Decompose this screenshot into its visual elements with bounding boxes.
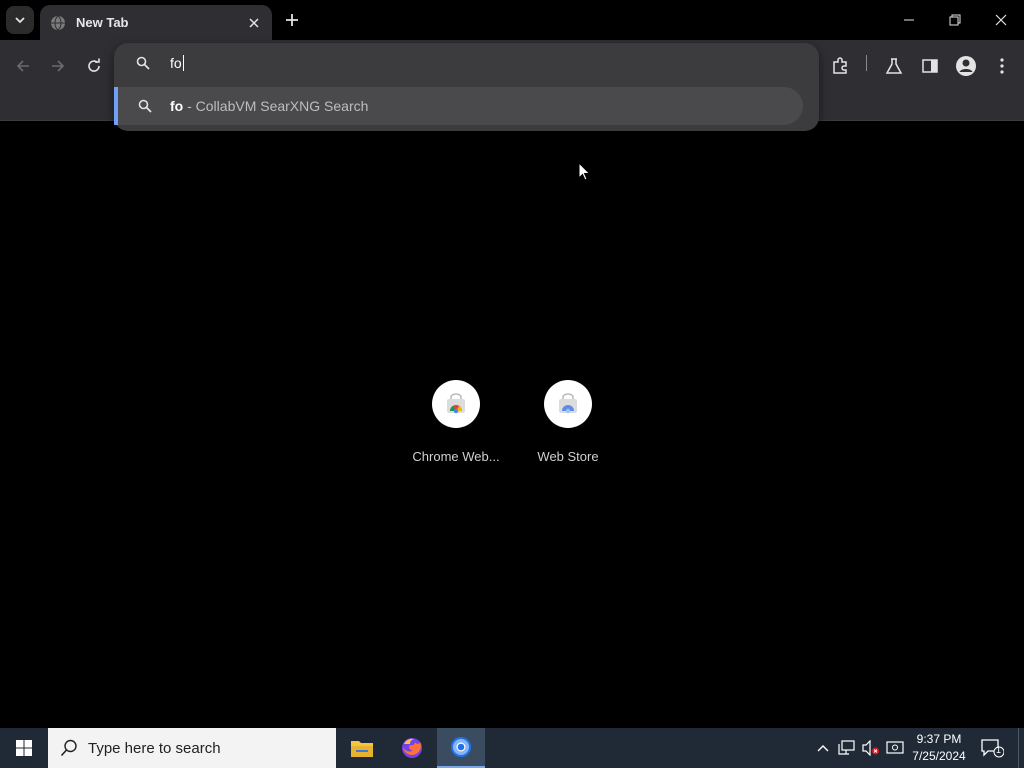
taskbar-chrome[interactable] [437,728,485,768]
arrow-right-icon [52,60,65,72]
close-icon [249,17,259,28]
labs-button[interactable] [879,51,909,81]
puzzle-icon [833,57,847,74]
display-icon [886,741,904,754]
side-panel-icon [922,59,938,73]
tab-strip: New Tab [0,0,1024,40]
search-icon [136,56,150,70]
forward-button[interactable] [43,51,73,81]
plus-icon [286,14,298,26]
minimize-icon [904,19,914,21]
taskbar-search[interactable]: Type here to search [48,728,336,768]
flask-icon [885,58,903,74]
taskbar-file-explorer[interactable] [338,728,386,768]
side-panel-button[interactable] [915,51,945,81]
reload-icon [88,58,100,72]
start-button[interactable] [0,728,48,768]
shortcut-web-store[interactable]: Web Store [518,380,618,464]
tab-search-button[interactable] [6,6,34,34]
chevron-down-icon [15,17,25,24]
shortcut-chrome-web-store[interactable]: Chrome Web... [406,380,506,464]
kebab-menu-icon [1000,58,1004,74]
omnibox-dropdown: fo fo - CollabVM SearXNG Search [114,43,819,131]
windows-logo-icon [16,740,32,756]
display-tray-icon[interactable] [886,740,904,756]
network-icon [838,740,855,755]
tab-title: New Tab [76,15,129,30]
shortcut-label: Web Store [537,449,599,464]
clock-time: 9:37 PM [916,732,962,746]
tab-new-tab[interactable]: New Tab [40,5,272,40]
profile-button[interactable] [951,51,981,81]
firefox-icon [402,738,422,758]
arrow-left-icon [16,60,29,72]
address-bar[interactable]: fo [114,43,819,83]
speaker-muted-icon [862,740,879,756]
web-store-icon [559,393,577,414]
new-tab-button[interactable] [280,8,304,32]
action-center-button[interactable]: 1 [980,738,1005,758]
address-bar-input[interactable]: fo [170,55,184,71]
suggestion-rest: - CollabVM SearXNG Search [183,98,369,114]
search-icon [138,99,152,113]
chrome-icon [451,737,471,757]
mouse-cursor-icon [578,161,592,187]
globe-icon [50,15,66,31]
chevron-up-icon [817,745,829,752]
clock-date: 7/25/2024 [912,749,966,763]
restore-button[interactable] [932,0,978,40]
taskbar-clock[interactable]: 9:37 PM 7/25/2024 [906,731,972,765]
restore-icon [949,14,961,26]
minimize-button[interactable] [886,0,932,40]
network-tray-icon[interactable] [838,740,856,756]
taskbar-firefox[interactable] [388,728,436,768]
shortcut-tile [544,380,592,428]
volume-tray-icon[interactable] [862,740,880,756]
taskbar-search-placeholder: Type here to search [88,739,221,757]
close-icon [995,14,1007,26]
toolbar-separator [866,55,867,71]
reload-button[interactable] [79,51,109,81]
extensions-button[interactable] [825,51,855,81]
shortcut-tile [432,380,480,428]
omnibox-suggestion[interactable]: fo - CollabVM SearXNG Search [114,87,803,125]
shortcut-label: Chrome Web... [412,449,500,464]
folder-icon [351,741,373,757]
text-caret [182,55,184,71]
show-hidden-icons-button[interactable] [814,740,832,756]
back-button[interactable] [8,51,38,81]
show-desktop-button[interactable] [1018,728,1024,768]
menu-button[interactable] [987,51,1017,81]
suggestion-text: fo - CollabVM SearXNG Search [170,98,368,114]
suggestion-match: fo [170,98,184,114]
close-window-button[interactable] [978,0,1024,40]
chrome-web-store-icon [447,393,465,414]
search-icon [60,739,78,757]
taskbar: Type here to search 9:37 PM 7/25/2024 1 [0,728,1024,768]
avatar-icon [956,56,976,76]
tab-close-button[interactable] [246,15,262,31]
notification-count: 1 [996,745,1002,755]
